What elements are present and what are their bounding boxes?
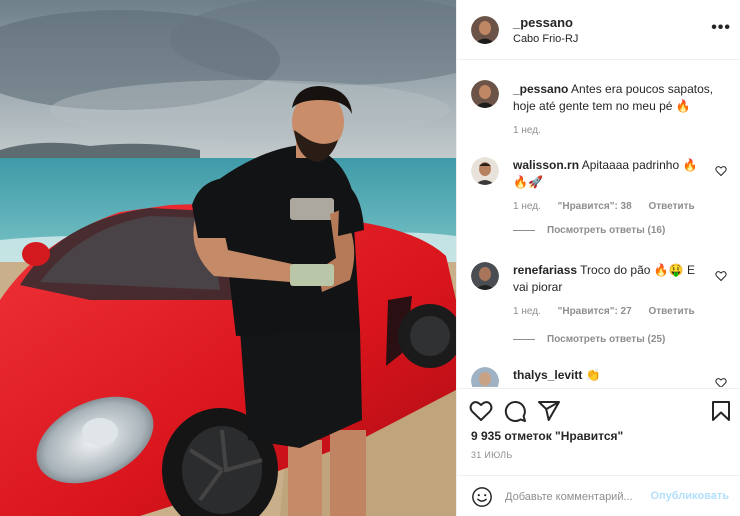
- comment-text: thalys_levitt 👏: [513, 367, 703, 384]
- post-date: 31 ИЮЛЬ: [471, 450, 513, 460]
- comment-username[interactable]: thalys_levitt: [513, 368, 582, 382]
- comment-text: renefariass Troco do pão 🔥🤑 E vai piorar: [513, 262, 703, 296]
- post-header: _pessano Cabo Frio-RJ •••: [457, 0, 740, 60]
- heart-icon[interactable]: [469, 399, 493, 423]
- view-replies-button[interactable]: Посмотреть ответы (16): [513, 225, 665, 236]
- likes-count[interactable]: 9 935 отметок "Нравится": [471, 429, 623, 443]
- publish-button[interactable]: Опубликовать: [650, 490, 729, 502]
- add-comment-bar: Опубликовать: [457, 475, 740, 516]
- post-actions: 9 935 отметок "Нравится" 31 ИЮЛЬ Опублик…: [457, 388, 740, 516]
- replies-divider: [513, 338, 535, 340]
- comment-meta: 1 нед. "Нравится": 27 Ответить: [513, 306, 709, 317]
- post-side-panel: _pessano Cabo Frio-RJ ••• _pessano Antes…: [456, 0, 740, 516]
- reply-button[interactable]: Ответить: [648, 201, 694, 212]
- bookmark-icon[interactable]: [709, 399, 733, 423]
- post-photo[interactable]: [0, 0, 456, 516]
- smiley-icon[interactable]: [471, 486, 493, 508]
- comment-username[interactable]: walisson.rn: [513, 158, 579, 172]
- instagram-post: _pessano Cabo Frio-RJ ••• _pessano Antes…: [0, 0, 740, 516]
- post-location[interactable]: Cabo Frio-RJ: [513, 33, 578, 45]
- comment-meta: 1 нед. "Нравится": 38 Ответить: [513, 201, 709, 212]
- view-replies-label: Посмотреть ответы (25): [547, 334, 666, 345]
- comment-time: 1 нед.: [513, 306, 541, 317]
- commenter-avatar[interactable]: [471, 262, 499, 290]
- author-avatar[interactable]: [471, 80, 499, 108]
- comment-bubble-icon[interactable]: [503, 399, 527, 423]
- commenter-avatar[interactable]: [471, 367, 499, 387]
- caption-text: _pessano Antes era poucos sapatos, hoje …: [513, 81, 728, 115]
- paper-plane-icon[interactable]: [537, 399, 561, 423]
- comment-likes[interactable]: "Нравится": 27: [558, 306, 632, 317]
- heart-icon[interactable]: [715, 270, 727, 282]
- comment-likes[interactable]: "Нравится": 38: [558, 201, 632, 212]
- more-options-icon[interactable]: •••: [711, 20, 731, 36]
- author-avatar[interactable]: [471, 16, 499, 44]
- reply-button[interactable]: Ответить: [648, 306, 694, 317]
- commenter-avatar[interactable]: [471, 157, 499, 185]
- comments-list[interactable]: _pessano Antes era poucos sapatos, hoje …: [457, 61, 740, 387]
- caption-time: 1 нед.: [513, 125, 541, 136]
- author-username[interactable]: _pessano: [513, 15, 573, 30]
- comment-body: 👏: [585, 368, 601, 382]
- heart-icon[interactable]: [715, 377, 727, 387]
- replies-divider: [513, 229, 535, 231]
- comment-time: 1 нед.: [513, 201, 541, 212]
- heart-icon[interactable]: [715, 165, 727, 177]
- comment-input[interactable]: [505, 486, 647, 508]
- view-replies-button[interactable]: Посмотреть ответы (25): [513, 334, 665, 345]
- caption-username[interactable]: _pessano: [513, 82, 568, 96]
- view-replies-label: Посмотреть ответы (16): [547, 225, 666, 236]
- comment-username[interactable]: renefariass: [513, 263, 577, 277]
- comment-text: walisson.rn Apitaaaa padrinho 🔥🔥🚀: [513, 157, 703, 191]
